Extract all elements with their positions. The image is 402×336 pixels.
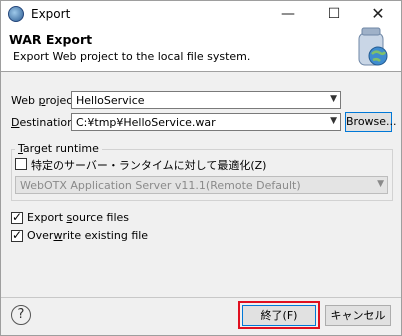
destination-value: C:¥tmp¥HelloService.war xyxy=(76,116,216,129)
checkmark-icon: ✓ xyxy=(12,228,23,242)
chevron-down-icon: ▼ xyxy=(330,116,337,126)
banner-title: WAR Export xyxy=(9,32,93,47)
cancel-button[interactable]: キャンセル xyxy=(325,305,391,326)
export-source-checkbox[interactable]: ✓ xyxy=(11,210,23,224)
web-project-combo[interactable]: HelloService ▼ xyxy=(71,91,341,109)
help-icon[interactable]: ? xyxy=(11,305,31,325)
runtime-combo[interactable]: WebOTX Application Server v11.1(Remote D… xyxy=(15,176,388,194)
runtime-value: WebOTX Application Server v11.1(Remote D… xyxy=(20,179,301,192)
overwrite-checkbox[interactable]: ✓ xyxy=(11,228,23,242)
chevron-down-icon: ▼ xyxy=(330,94,337,104)
eclipse-icon xyxy=(8,6,24,22)
web-project-value: HelloService xyxy=(76,94,145,107)
close-button[interactable]: ✕ xyxy=(355,1,401,27)
optimize-checkbox[interactable] xyxy=(15,158,27,170)
banner-description: Export Web project to the local file sys… xyxy=(13,50,251,63)
minimize-button[interactable]: — xyxy=(265,1,311,27)
web-project-label: Web project: xyxy=(11,94,81,107)
export-jar-icon xyxy=(358,27,388,66)
overwrite-label: Overwrite existing file xyxy=(27,229,149,242)
export-dialog: Export — ☐ ✕ WAR Export Export Web proje… xyxy=(0,0,402,336)
export-source-label: Export source files xyxy=(27,211,130,224)
window-title: Export xyxy=(31,7,71,21)
target-runtime-title: Target runtime xyxy=(15,142,102,155)
browse-button[interactable]: Browse... xyxy=(345,112,397,132)
finish-button[interactable]: 終了(F) xyxy=(242,305,316,326)
chevron-down-icon: ▼ xyxy=(377,179,384,189)
checkmark-icon: ✓ xyxy=(12,210,23,224)
wizard-banner: WAR Export Export Web project to the loc… xyxy=(1,27,401,72)
maximize-button[interactable]: ☐ xyxy=(311,1,357,27)
destination-label: Destination: xyxy=(11,116,78,129)
destination-combo[interactable]: C:¥tmp¥HelloService.war ▼ xyxy=(71,113,341,131)
footer-separator xyxy=(1,297,401,298)
optimize-label: 特定のサーバー・ランタイムに対して最適化(Z) xyxy=(31,159,267,172)
title-bar: Export — ☐ ✕ xyxy=(1,1,401,27)
